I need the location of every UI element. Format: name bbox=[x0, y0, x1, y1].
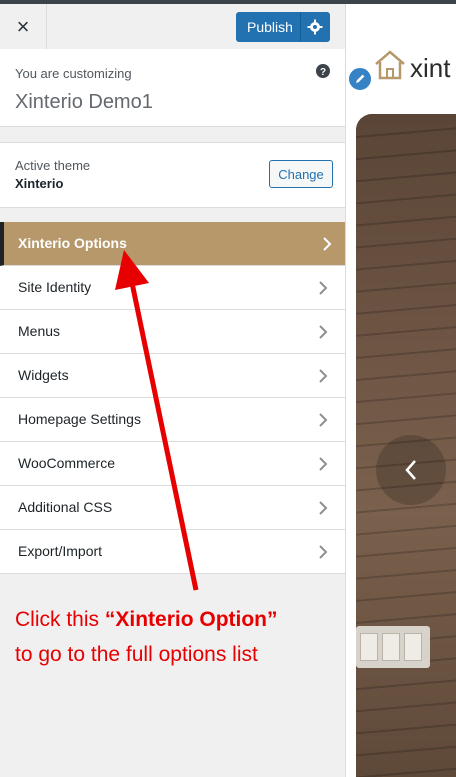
chevron-right-icon bbox=[317, 412, 329, 433]
chevron-right-icon bbox=[317, 456, 329, 477]
menu-item-label: Widgets bbox=[18, 367, 69, 383]
edit-shortcut-icon[interactable] bbox=[347, 66, 373, 92]
brand-text: xint bbox=[410, 53, 451, 83]
publish-button[interactable]: Publish bbox=[236, 12, 330, 42]
site-logo[interactable]: xint bbox=[374, 48, 456, 88]
chevron-right-icon bbox=[317, 324, 329, 345]
active-theme-label: Active theme bbox=[15, 158, 91, 173]
customizer-sidebar: × Publish You are customizing Xinterio D… bbox=[0, 4, 346, 777]
menu-item-label: Export/Import bbox=[18, 543, 103, 559]
help-icon[interactable]: ? bbox=[316, 64, 330, 83]
menu-item-widgets[interactable]: Widgets bbox=[0, 354, 345, 398]
menu-item-additional-css[interactable]: Additional CSS bbox=[0, 486, 345, 530]
publish-divider bbox=[300, 12, 301, 42]
customizer-header: × Publish bbox=[0, 4, 345, 50]
svg-text:?: ? bbox=[320, 67, 326, 78]
menu-item-export-import[interactable]: Export/Import bbox=[0, 530, 345, 574]
menu-item-homepage-settings[interactable]: Homepage Settings bbox=[0, 398, 345, 442]
close-icon: × bbox=[16, 13, 30, 39]
hero-slider bbox=[356, 114, 456, 777]
chevron-left-icon bbox=[405, 460, 416, 480]
annotation-line1-pre: Click this bbox=[15, 608, 105, 631]
chevron-right-icon bbox=[317, 368, 329, 389]
site-preview: xint bbox=[346, 4, 456, 777]
menu-item-woocommerce[interactable]: WooCommerce bbox=[0, 442, 345, 486]
menu-item-menus[interactable]: Menus bbox=[0, 310, 345, 354]
menu-item-label: Menus bbox=[18, 323, 61, 339]
change-theme-button[interactable]: Change bbox=[269, 160, 333, 188]
wall-outlet-image bbox=[356, 626, 430, 668]
customizing-info: You are customizing Xinterio Demo1 ? bbox=[0, 49, 345, 127]
menu-item-label: Homepage Settings bbox=[18, 411, 141, 427]
chevron-right-icon bbox=[321, 236, 333, 257]
menu-item-label: WooCommerce bbox=[18, 455, 115, 471]
active-theme-panel: Active theme Xinterio Change bbox=[0, 142, 345, 208]
house-icon bbox=[374, 50, 406, 85]
slider-prev-button[interactable] bbox=[376, 435, 446, 505]
theme-name: Xinterio bbox=[15, 176, 64, 191]
annotation-text: Click this “Xinterio Option” to go to th… bbox=[15, 602, 340, 672]
annotation-line2: to go to the full options list bbox=[15, 643, 258, 666]
customizing-label: You are customizing bbox=[15, 66, 132, 81]
gear-icon[interactable] bbox=[307, 19, 323, 40]
close-button[interactable]: × bbox=[0, 4, 47, 49]
chevron-right-icon bbox=[317, 500, 329, 521]
publish-label: Publish bbox=[247, 19, 293, 35]
menu-item-label: Additional CSS bbox=[18, 499, 113, 515]
chevron-right-icon bbox=[317, 544, 329, 565]
menu-item-label: Xinterio Options bbox=[18, 235, 127, 251]
site-title: Xinterio Demo1 bbox=[15, 91, 153, 113]
menu-item-xinterio-options[interactable]: Xinterio Options bbox=[0, 222, 345, 266]
customizer-menu: Xinterio Options Site Identity Menus Wid… bbox=[0, 222, 345, 574]
annotation-emphasis: “Xinterio Option” bbox=[104, 608, 278, 631]
chevron-right-icon bbox=[317, 280, 329, 301]
menu-item-site-identity[interactable]: Site Identity bbox=[0, 266, 345, 310]
menu-item-label: Site Identity bbox=[18, 279, 92, 295]
